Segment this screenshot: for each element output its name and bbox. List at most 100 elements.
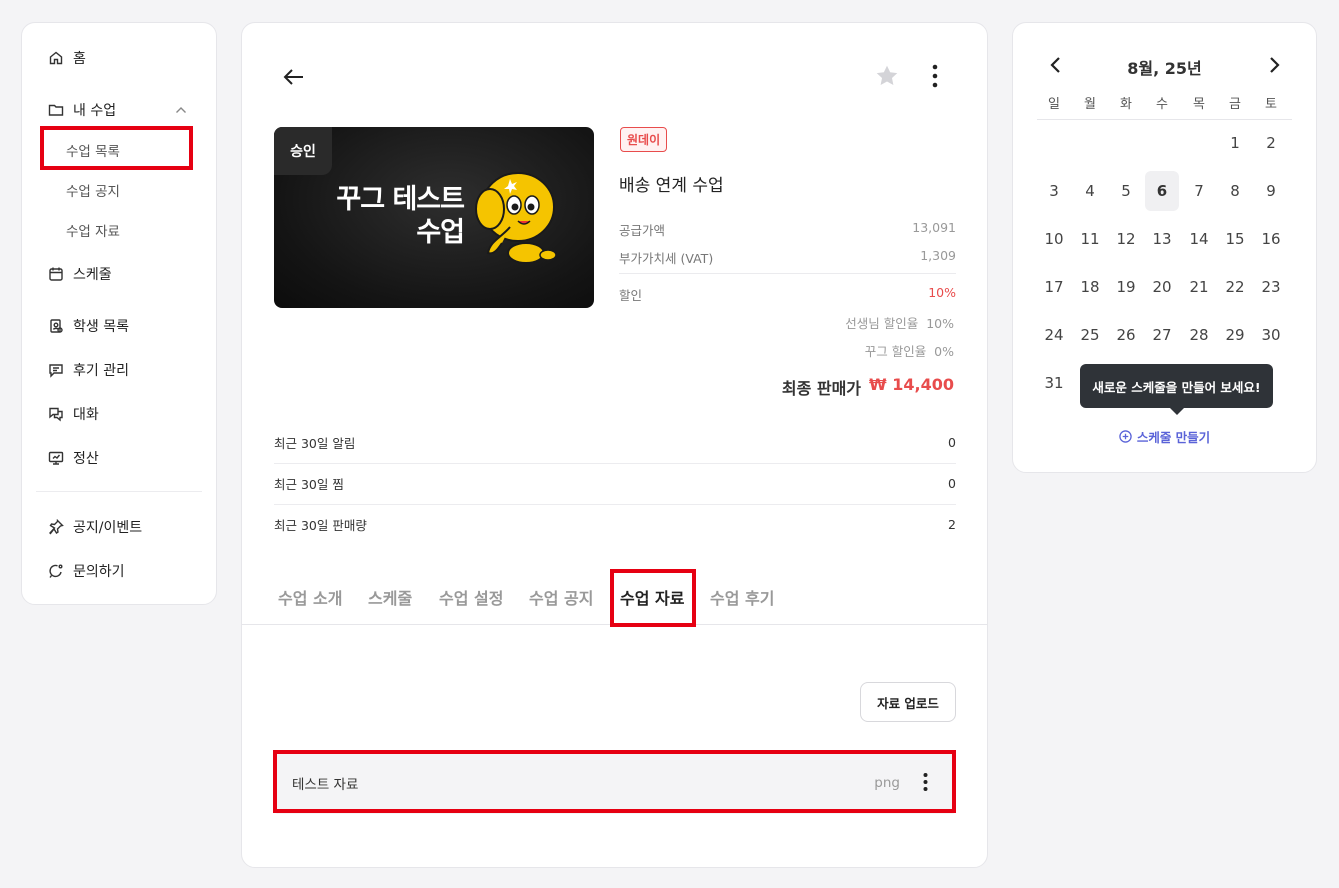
oneday-tag: 원데이 [620,127,668,152]
file-name: 테스트 자료 [292,776,359,793]
next-month-button[interactable] [1265,53,1285,77]
chevron-right-icon [1270,57,1280,73]
calendar-day[interactable]: 4 [1073,171,1107,211]
calendar-day[interactable]: 5 [1109,171,1143,211]
schedule-tooltip: 새로운 스케줄을 만들어 보세요! [1080,364,1273,415]
calendar-day[interactable]: 9 [1254,171,1288,211]
weekday-label: 월 [1084,97,1096,112]
calendar-day[interactable]: 19 [1109,267,1143,307]
calendar-day[interactable]: 18 [1073,267,1107,307]
calendar-day[interactable]: 2 [1254,123,1288,163]
calendar-day[interactable]: 8 [1218,171,1252,211]
more-vertical-icon [932,64,938,88]
calendar-day[interactable]: 16 [1254,219,1288,259]
calendar-day[interactable]: 1 [1218,123,1252,163]
nav-inquiry-label: 문의하기 [73,564,125,580]
tab-settings[interactable]: 수업 설정 [439,585,503,609]
calendar-day[interactable]: 22 [1218,267,1252,307]
calendar-day[interactable]: 29 [1218,315,1252,355]
nav-reviews[interactable]: 후기 관리 [48,360,129,380]
stat-label: 최근 30일 판매량 [274,518,367,533]
supply-price-value: 13,091 [912,220,956,235]
nav-settlement-label: 정산 [73,451,99,467]
student-list-icon [50,319,63,333]
discount-label: 할인 [619,288,643,303]
sidebar-divider [36,491,202,492]
tab-notice[interactable]: 수업 공지 [529,585,593,609]
stat-label: 최근 30일 찜 [274,477,344,492]
calendar-day[interactable]: 21 [1182,267,1216,307]
nav-students-label: 학생 목록 [73,319,129,335]
calendar-day[interactable]: 14 [1182,219,1216,259]
teacher-discount: 선생님 할인율 10% [845,316,954,331]
vat-value: 1,309 [920,248,956,263]
discount-value: 10% [928,285,956,300]
pin-icon [49,519,64,535]
calendar-day[interactable]: 27 [1145,315,1179,355]
sub-item-class-list[interactable]: 수업 목록 [66,140,120,160]
elephant-mascot-icon [475,172,557,264]
nav-students[interactable]: 학생 목록 [48,316,129,336]
calendar-panel: 8월, 25년 일월화수목금토 1 2 3 4 5 6 7 8 9 10 11 12 13 14 15 16 1… [1012,22,1317,473]
calendar-day[interactable]: 24 [1037,315,1071,355]
chevron-up-icon[interactable] [174,103,188,117]
vat-label: 부가가치세 (VAT) [619,251,714,266]
favorite-button[interactable] [872,61,902,91]
upload-material-button[interactable]: 자료 업로드 [860,682,956,722]
final-price-value: ₩ 14,400 [869,375,954,394]
monitor-icon [48,451,64,465]
sidebar: 홈 내 수업 수업 목록 수업 공지 수업 자료 스케줄 학생 목록 후기 관리… [21,22,217,605]
tab-materials[interactable]: 수업 자료 [620,585,684,609]
calendar-day[interactable]: 13 [1145,219,1179,259]
calendar-day[interactable]: 11 [1073,219,1107,259]
nav-inquiry[interactable]: 문의하기 [48,561,125,581]
calendar-day[interactable]: 10 [1037,219,1071,259]
make-schedule-link[interactable]: 스케줄 만들기 [1013,427,1316,446]
file-more-button[interactable] [914,769,936,795]
tab-reviews[interactable]: 수업 후기 [710,585,774,609]
tab-schedule[interactable]: 스케줄 [368,585,412,609]
folder-icon [48,104,64,116]
nav-reviews-label: 후기 관리 [73,363,129,379]
tab-intro[interactable]: 수업 소개 [278,585,342,609]
calendar-day[interactable]: 23 [1254,267,1288,307]
calendar-day[interactable]: 7 [1182,171,1216,211]
weekday-label: 금 [1229,97,1241,112]
calendar-day[interactable]: 20 [1145,267,1179,307]
supply-price-row: 공급가액 13,091 [619,220,956,239]
file-extension: png [874,774,900,791]
nav-my-classes[interactable]: 내 수업 [48,100,116,120]
nav-schedule[interactable]: 스케줄 [48,264,112,284]
nav-chat-label: 대화 [73,407,99,423]
stat-value: 0 [948,435,956,450]
nav-notice-event[interactable]: 공지/이벤트 [48,517,142,537]
calendar-day[interactable]: 28 [1182,315,1216,355]
nav-schedule-label: 스케줄 [73,267,112,283]
calendar-day[interactable]: 25 [1073,315,1107,355]
nav-settlement[interactable]: 정산 [48,448,99,468]
more-button[interactable] [922,61,948,91]
inquiry-icon [49,564,63,578]
calendar-day[interactable]: 15 [1218,219,1252,259]
calendar-day[interactable]: 30 [1254,315,1288,355]
calendar-day[interactable]: 12 [1109,219,1143,259]
vat-row: 부가가치세 (VAT) 1,309 [619,248,956,267]
more-vertical-icon [923,773,927,791]
stat-row: 최근 30일 알림 0 [274,422,956,463]
nav-home[interactable]: 홈 [48,48,86,68]
calendar-day[interactable]: 3 [1037,171,1071,211]
price-divider [619,273,956,274]
calendar-day[interactable]: 31 [1037,363,1071,403]
sub-item-class-materials[interactable]: 수업 자료 [66,220,120,240]
material-file-row[interactable]: 테스트 자료 png [274,751,956,814]
main-panel: 승인 꾸그 테스트 수업 원데이 배송 연계 수업 공급가액 13,091 부가… [241,22,988,868]
calendar-day[interactable]: 26 [1109,315,1143,355]
arrow-left-icon [283,69,303,85]
nav-chat[interactable]: 대화 [48,404,99,424]
sub-item-class-notice[interactable]: 수업 공지 [66,180,120,200]
back-button[interactable] [280,63,308,91]
plus-circle-icon [1119,430,1132,443]
calendar-day[interactable]: 17 [1037,267,1071,307]
course-title: 배송 연계 수업 [619,176,724,196]
calendar-day-today[interactable]: 6 [1145,171,1179,211]
